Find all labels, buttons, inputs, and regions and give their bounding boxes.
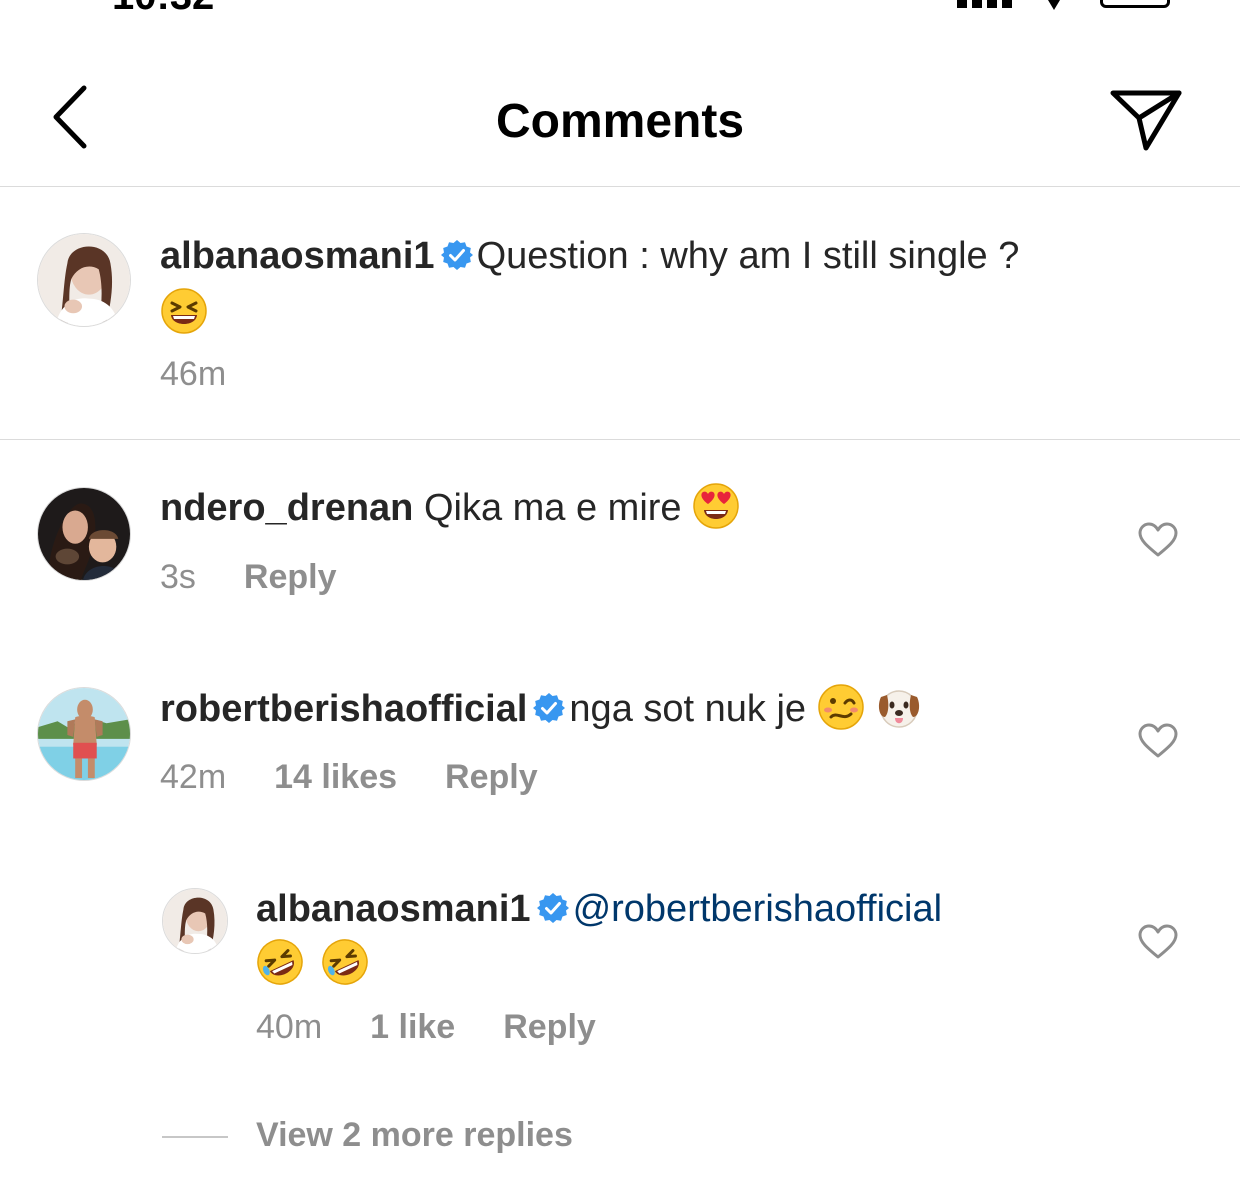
timestamp: 46m — [160, 355, 227, 393]
rolling-on-floor-laughing-icon — [256, 938, 304, 986]
comment-text: robertberishaofficial nga sot nuk je — [160, 683, 1120, 734]
caption-username[interactable]: albanaosmani1 — [160, 235, 435, 277]
wifi-icon — [1048, 0, 1060, 10]
reply-button[interactable]: Reply — [244, 558, 337, 596]
woozy-face-icon — [817, 684, 864, 730]
view-more-label: View 2 more replies — [256, 1116, 573, 1154]
view-more-replies-button[interactable]: View 2 more replies — [162, 1116, 573, 1155]
heart-icon[interactable] — [1138, 522, 1178, 558]
reply-button[interactable]: Reply — [503, 1008, 596, 1046]
comment-username[interactable]: ndero_drenan — [160, 487, 413, 529]
paper-plane-icon[interactable] — [1108, 88, 1184, 154]
rolling-on-floor-laughing-icon — [320, 938, 369, 986]
signal-icon — [957, 0, 1012, 8]
comment-meta: 3s Reply — [160, 558, 385, 597]
header-bar: Comments — [0, 60, 1240, 187]
heart-icon[interactable] — [1138, 924, 1178, 960]
caption-body: Question : why am I still single ? — [476, 235, 1020, 277]
heart-eyes-face-icon — [693, 483, 739, 529]
avatar[interactable] — [37, 233, 131, 327]
caption-block: albanaosmani1 Question : why am I still s… — [0, 187, 1240, 440]
view-more-divider — [162, 1136, 228, 1139]
status-time: 10:32 — [112, 0, 214, 14]
dog-face-icon — [879, 690, 920, 728]
comment-text: ndero_drenan Qika ma e mire — [160, 482, 1060, 533]
verified-badge-icon — [536, 892, 569, 924]
verified-badge-icon — [533, 692, 566, 724]
comment-body: Qika ma e mire — [423, 487, 682, 529]
mention-link[interactable]: @robertberishaofficial — [573, 888, 943, 930]
verified-badge-icon — [440, 239, 473, 271]
avatar[interactable] — [37, 487, 131, 581]
reply-meta: 40m 1 like Reply — [256, 1008, 644, 1047]
heart-icon[interactable] — [1138, 723, 1178, 759]
timestamp: 3s — [160, 558, 196, 596]
status-bar: 10:32 — [0, 0, 1240, 14]
likes-count[interactable]: 14 likes — [274, 758, 397, 796]
likes-count[interactable]: 1 like — [370, 1008, 455, 1046]
avatar[interactable] — [162, 888, 228, 954]
caption-meta: 46m — [160, 355, 274, 394]
comment-username[interactable]: robertberishaofficial — [160, 688, 527, 730]
reply-username[interactable]: albanaosmani1 — [256, 888, 531, 930]
comment-body: nga sot nuk je — [569, 688, 807, 730]
avatar[interactable] — [37, 687, 131, 781]
caption-text: albanaosmani1 Question : why am I still s… — [160, 231, 1160, 338]
page-title: Comments — [495, 95, 745, 148]
timestamp: 42m — [160, 758, 227, 796]
reply-text: albanaosmani1 @robertberishaofficial — [256, 884, 1116, 989]
timestamp: 40m — [256, 1008, 323, 1046]
reply-button[interactable]: Reply — [445, 758, 538, 796]
battery-icon — [1100, 0, 1170, 8]
laughing-squinting-face-icon — [161, 288, 207, 334]
comment-meta: 42m 14 likes Reply — [160, 758, 586, 797]
